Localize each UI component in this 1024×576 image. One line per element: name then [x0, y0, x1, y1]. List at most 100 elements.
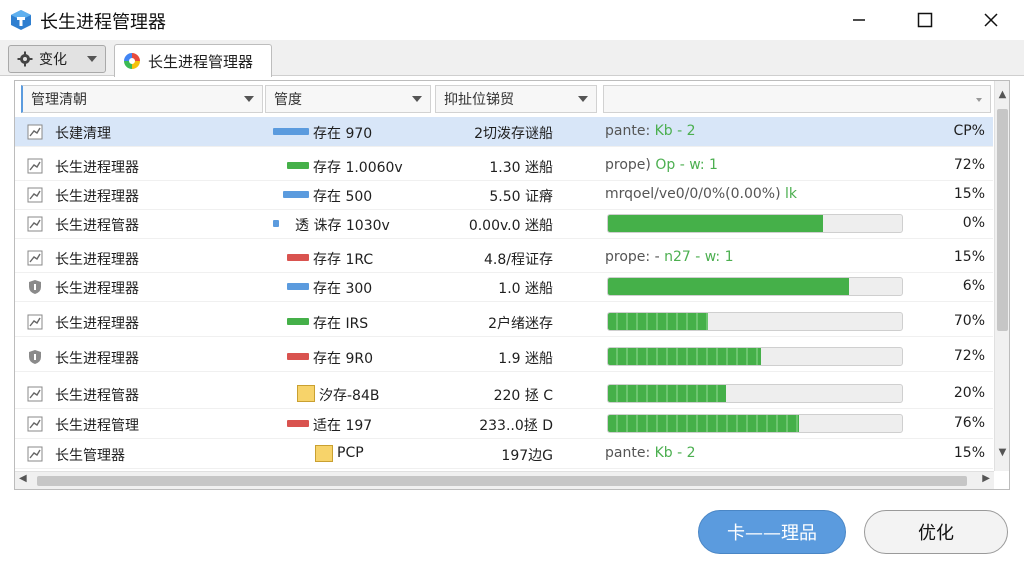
- window-title: 长生进程管理器: [40, 12, 166, 33]
- process-name: 长生进程理器: [55, 281, 139, 297]
- process-description: 233..0拯 D: [479, 418, 553, 434]
- usage-percent: 0%: [962, 215, 985, 231]
- table-row[interactable]: 长生进程理器 存存 1.0060v 1.30 迷船 prope) Op - w: 1 7…: [15, 151, 993, 181]
- process-name: 长生进程理器: [55, 252, 139, 268]
- scroll-right-icon[interactable]: ▶: [982, 473, 990, 484]
- minimize-icon: [853, 19, 865, 21]
- process-info: prope) Op - w: 1: [605, 157, 718, 173]
- usage-percent: 70%: [953, 313, 985, 329]
- process-info: pante: Kb - 2: [605, 445, 696, 461]
- table-row[interactable]: 长生进程管器 汐存-84B 220 拯 C 20%: [15, 379, 993, 409]
- status-indicator-bar: [287, 318, 309, 325]
- maximize-button[interactable]: [902, 0, 948, 40]
- usage-percent: 20%: [953, 385, 985, 401]
- gear-icon: [17, 51, 33, 67]
- process-description: 5.50 证瘠: [489, 189, 553, 205]
- column-header-label: 管度: [274, 92, 302, 108]
- vertical-scroll-thumb[interactable]: [997, 109, 1008, 331]
- process-info: mrqoel/ve0/0/0%(0.00%) lk: [605, 186, 797, 202]
- usage-progress-bar: [607, 347, 903, 366]
- usage-percent: 15%: [953, 186, 985, 202]
- scroll-left-icon[interactable]: ◀: [19, 473, 27, 484]
- process-info: pante: Kb - 2: [605, 123, 696, 139]
- process-name: 长生进程理器: [55, 160, 139, 176]
- process-description: 197边G: [501, 448, 553, 464]
- title-bar: 长生进程管理器: [0, 0, 1024, 40]
- view-dropdown[interactable]: 变化: [8, 45, 106, 73]
- info-highlight: n27: [664, 249, 691, 265]
- table-row[interactable]: 长生进程理器 存在 300 1.0 迷船 6%: [15, 272, 993, 302]
- table-row[interactable]: 长建清理 存在 970 2切泼存谜船 pante: Kb - 2 CP%: [15, 117, 993, 147]
- usage-progress-bar: [607, 312, 903, 331]
- optimize-button[interactable]: 优化: [864, 510, 1008, 554]
- horizontal-scroll-thumb[interactable]: [37, 476, 967, 486]
- process-name: 长生进程理器: [55, 316, 139, 332]
- process-description: 1.30 迷船: [489, 160, 553, 176]
- process-name: 长生进程管理: [55, 418, 139, 434]
- tab-process-manager[interactable]: 长生进程管理器: [114, 44, 272, 77]
- chart-icon: [27, 446, 43, 462]
- status-indicator-bar: [287, 420, 309, 427]
- process-description: 2切泼存谜船: [474, 126, 553, 142]
- horizontal-scrollbar[interactable]: ◀ ▶: [15, 471, 994, 489]
- process-name: 长生进程理器: [55, 351, 139, 367]
- usage-progress-bar: [607, 384, 903, 403]
- status-indicator-bar: [273, 220, 279, 227]
- process-status: 存存 1RC: [313, 252, 374, 268]
- process-description: 4.8/程证存: [484, 252, 553, 268]
- table-row[interactable]: 长生进程理器 存存 1RC 4.8/程证存 prope: - n27 - w: 1 15…: [15, 243, 993, 273]
- chevron-down-icon: [244, 96, 254, 102]
- usage-percent: 72%: [953, 157, 985, 173]
- usage-progress-bar: [607, 214, 903, 233]
- info-suffix: - 2: [677, 445, 696, 461]
- process-name: 长建清理: [55, 126, 111, 142]
- process-description: 220 拯 C: [493, 388, 553, 404]
- chart-icon: [27, 250, 43, 266]
- status-indicator-bar: [287, 353, 309, 360]
- process-status: 存在 IRS: [313, 316, 369, 332]
- table-row[interactable]: 长生进程管理 适在 197 233..0拯 D 76%: [15, 409, 993, 439]
- usage-percent: 15%: [953, 249, 985, 265]
- process-description: 2户绪迷存: [488, 316, 553, 332]
- vertical-scrollbar[interactable]: ▲ ▼: [994, 81, 1009, 471]
- usage-progress-fill: [608, 313, 708, 330]
- info-suffix: - w: 1: [679, 157, 718, 173]
- close-button[interactable]: [968, 0, 1014, 40]
- column-header-label: 抑扯位锑贸: [444, 92, 514, 108]
- usage-percent: 76%: [953, 415, 985, 431]
- info-highlight: Kb: [654, 445, 673, 461]
- status-indicator-bar: [283, 191, 309, 198]
- info-prefix: pante:: [605, 445, 651, 461]
- info-prefix: prope: -: [605, 249, 660, 265]
- scroll-up-icon[interactable]: ▲: [995, 89, 1010, 105]
- folder-icon: [315, 445, 333, 462]
- table-row[interactable]: 长生管理器 PCP 197边G pante: Kb - 2 15%: [15, 439, 993, 469]
- status-indicator-bar: [287, 254, 309, 261]
- status-indicator-bar: [273, 128, 309, 135]
- column-header-status[interactable]: 管度: [265, 85, 431, 113]
- maximize-icon: [917, 12, 933, 28]
- primary-action-button[interactable]: 卡——理品: [698, 510, 846, 554]
- info-suffix: - 2: [677, 123, 696, 139]
- column-header-name[interactable]: 管理清朝: [21, 85, 263, 113]
- process-name: 长生进程理器: [55, 189, 139, 205]
- column-header-usage[interactable]: [603, 85, 991, 113]
- table-row[interactable]: 长生进程理器 存在 500 5.50 证瘠 mrqoel/ve0/0/0%(0.00%…: [15, 180, 993, 210]
- chart-icon: [27, 386, 43, 402]
- process-status: PCP: [337, 445, 364, 461]
- chart-icon: [27, 416, 43, 432]
- table-row[interactable]: 长生进程理器 存在 9R0 1.9 迷船 72%: [15, 342, 993, 372]
- column-header: 管理清朝 管度 抑扯位锑贸: [15, 81, 1009, 115]
- usage-percent: 72%: [953, 348, 985, 364]
- scroll-down-icon[interactable]: ▼: [995, 447, 1010, 463]
- table-row[interactable]: 长生进程管器 透 诛存 1030v 0.00v.0 迷船 0%: [15, 209, 993, 239]
- column-header-label: 管理清朝: [31, 92, 87, 108]
- column-header-desc[interactable]: 抑扯位锑贸: [435, 85, 597, 113]
- info-suffix: - w: 1: [695, 249, 734, 265]
- info-highlight: lk: [785, 186, 798, 202]
- chevron-down-icon: [578, 96, 588, 102]
- process-status: 存在 9R0: [313, 351, 373, 367]
- app-logo-icon: [11, 10, 31, 30]
- table-row[interactable]: 长生进程理器 存在 IRS 2户绪迷存 70%: [15, 307, 993, 337]
- minimize-button[interactable]: [836, 0, 882, 40]
